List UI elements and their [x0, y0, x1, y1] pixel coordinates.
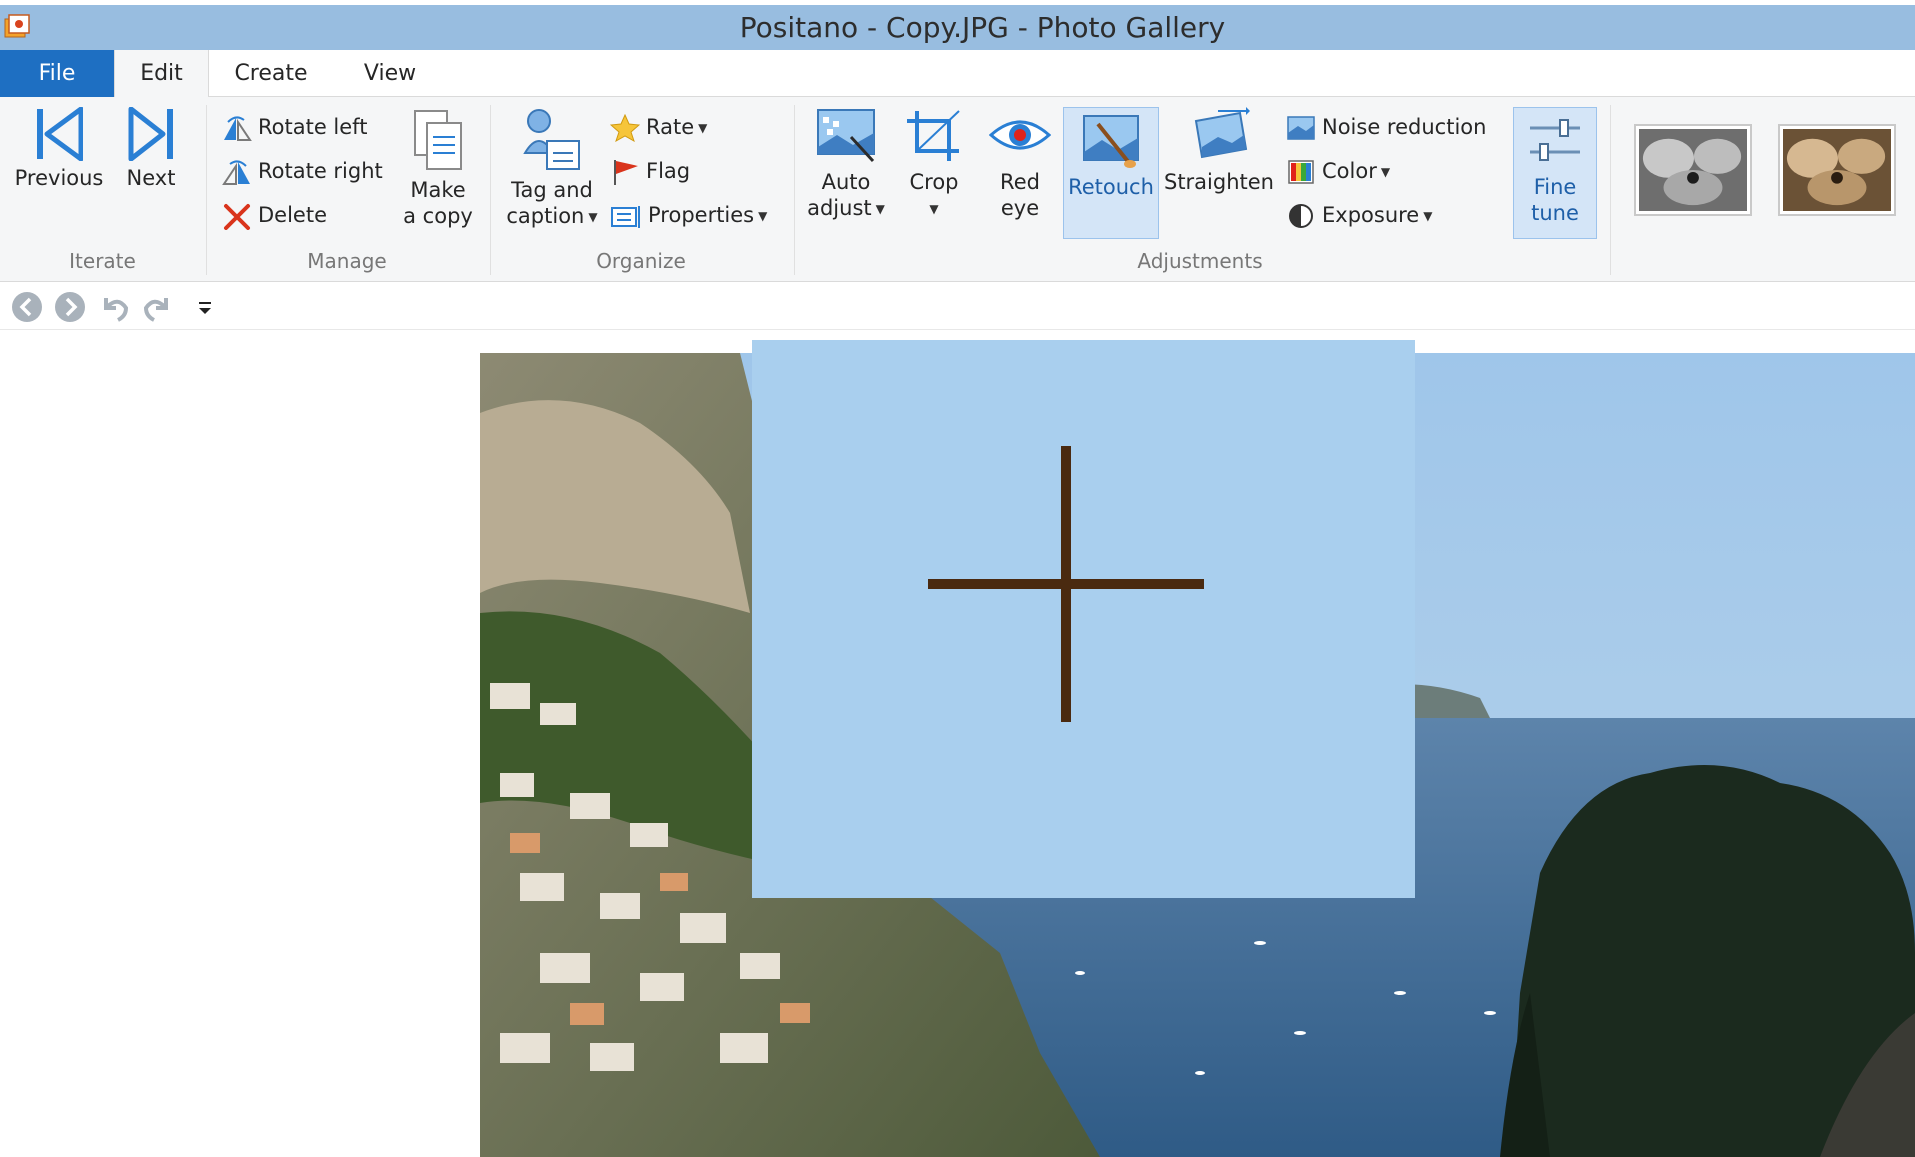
delete-icon	[224, 204, 250, 230]
retouch-icon	[1083, 115, 1139, 168]
tab-create[interactable]: Create	[226, 50, 316, 97]
group-label-adjustments: Adjustments	[1137, 249, 1263, 273]
tab-view[interactable]: View	[345, 50, 435, 97]
auto-adjust-label-line2: adjust	[807, 196, 872, 220]
color-label: Color	[1322, 159, 1377, 183]
redo-icon[interactable]	[140, 290, 174, 324]
rotate-right-icon	[222, 160, 250, 185]
flag-button[interactable]: Flag	[610, 153, 690, 189]
star-icon	[610, 114, 640, 142]
group-label-iterate: Iterate	[69, 249, 136, 273]
customize-toolbar-icon[interactable]	[194, 290, 216, 324]
title-bar: Positano - Copy.JPG - Photo Gallery	[0, 5, 1915, 50]
group-divider	[1610, 105, 1611, 275]
rotate-left-button[interactable]: Rotate left	[222, 109, 367, 145]
group-label-manage: Manage	[307, 249, 387, 273]
tag-caption-label-line1: Tag and	[511, 178, 593, 202]
exposure-icon	[1289, 204, 1313, 228]
ribbon: Previous Next Iterate Rotate left Rotate…	[0, 97, 1915, 282]
window-title: Positano - Copy.JPG - Photo Gallery	[739, 11, 1226, 44]
quick-access-toolbar	[0, 282, 1915, 330]
noise-reduction-button[interactable]: Noise reduction	[1286, 109, 1486, 145]
tag-caption-label-line2: caption	[506, 204, 585, 228]
photo-viewer	[0, 331, 1915, 1157]
make-copy-icon	[414, 110, 462, 170]
fine-tune-label-line2: tune	[1531, 201, 1579, 225]
back-icon[interactable]	[10, 290, 44, 324]
color-button[interactable]: Color ▼	[1286, 153, 1390, 189]
rotate-left-label: Rotate left	[258, 115, 368, 139]
make-copy-label-line1: Make	[410, 178, 466, 202]
group-label-organize: Organize	[596, 249, 686, 273]
color-icon	[1288, 160, 1314, 184]
dropdown-arrow-icon: ▼	[875, 202, 885, 216]
rate-button[interactable]: Rate ▼	[610, 109, 707, 145]
next-button[interactable]: Next	[118, 107, 184, 191]
dropdown-arrow-icon: ▼	[1423, 209, 1433, 223]
forward-icon[interactable]	[53, 290, 87, 324]
delete-label: Delete	[258, 203, 327, 227]
red-eye-button[interactable]: Red eye	[981, 107, 1059, 221]
auto-adjust-label-line1: Auto	[821, 170, 871, 194]
fine-tune-label-line1: Fine	[1533, 175, 1577, 199]
undo-icon[interactable]	[98, 290, 132, 324]
previous-button[interactable]: Previous	[12, 107, 106, 191]
make-copy-label-line2: a copy	[403, 204, 473, 228]
rotate-right-label: Rotate right	[258, 159, 383, 183]
next-label: Next	[126, 166, 176, 190]
retouch-label: Retouch	[1068, 175, 1154, 199]
sepia-preview-icon	[1783, 129, 1891, 211]
auto-adjust-button[interactable]: Auto adjust ▼	[803, 107, 889, 222]
dropdown-arrow-icon: ▼	[588, 210, 598, 224]
effect-thumbnail-grayscale[interactable]	[1634, 124, 1752, 216]
crop-label: Crop	[909, 170, 959, 194]
tab-edit[interactable]: Edit	[114, 50, 209, 98]
make-copy-button[interactable]: Make a copy	[396, 107, 480, 229]
retouch-button[interactable]: Retouch	[1063, 107, 1159, 239]
dropdown-arrow-icon: ▼	[1380, 165, 1391, 179]
rotate-right-button[interactable]: Rotate right	[222, 153, 383, 189]
dropdown-arrow-icon: ▼	[929, 202, 939, 216]
flag-icon	[614, 160, 638, 185]
auto-adjust-icon	[817, 109, 875, 163]
crosshair-cursor-icon	[928, 446, 1204, 722]
straighten-icon	[1194, 107, 1250, 159]
tag-and-caption-button[interactable]: Tag and caption ▼	[502, 107, 602, 230]
rotate-left-icon	[224, 116, 252, 141]
grayscale-preview-icon	[1639, 129, 1747, 211]
crop-icon	[907, 110, 960, 161]
flag-label: Flag	[646, 159, 691, 183]
properties-label: Properties	[648, 203, 755, 227]
properties-icon	[611, 206, 640, 228]
effect-thumbnail-sepia[interactable]	[1778, 124, 1896, 216]
dropdown-arrow-icon: ▼	[698, 121, 708, 135]
previous-icon	[37, 107, 83, 161]
dropdown-arrow-icon: ▼	[758, 209, 768, 223]
rate-label: Rate	[646, 115, 695, 139]
previous-label: Previous	[14, 166, 104, 190]
next-icon	[128, 107, 173, 161]
delete-button[interactable]: Delete	[222, 197, 327, 233]
fine-tune-button[interactable]: Fine tune	[1513, 107, 1597, 239]
noise-reduction-icon	[1287, 116, 1315, 140]
straighten-label: Straighten	[1163, 170, 1274, 194]
exposure-label: Exposure	[1322, 203, 1420, 227]
red-eye-label-line1: Red	[1000, 170, 1040, 194]
exposure-button[interactable]: Exposure ▼	[1286, 197, 1432, 233]
ribbon-tabs: File Edit Create View	[0, 50, 1915, 98]
tab-file[interactable]: File	[0, 50, 114, 97]
properties-button[interactable]: Properties ▼	[610, 197, 767, 233]
straighten-button[interactable]: Straighten	[1163, 107, 1275, 195]
red-eye-label-line2: eye	[1000, 196, 1040, 220]
fine-tune-icon	[1530, 119, 1580, 161]
tag-and-caption-icon	[523, 109, 580, 170]
red-eye-icon	[989, 120, 1051, 150]
noise-reduction-label: Noise reduction	[1322, 115, 1487, 139]
crop-button[interactable]: Crop ▼	[898, 107, 970, 222]
